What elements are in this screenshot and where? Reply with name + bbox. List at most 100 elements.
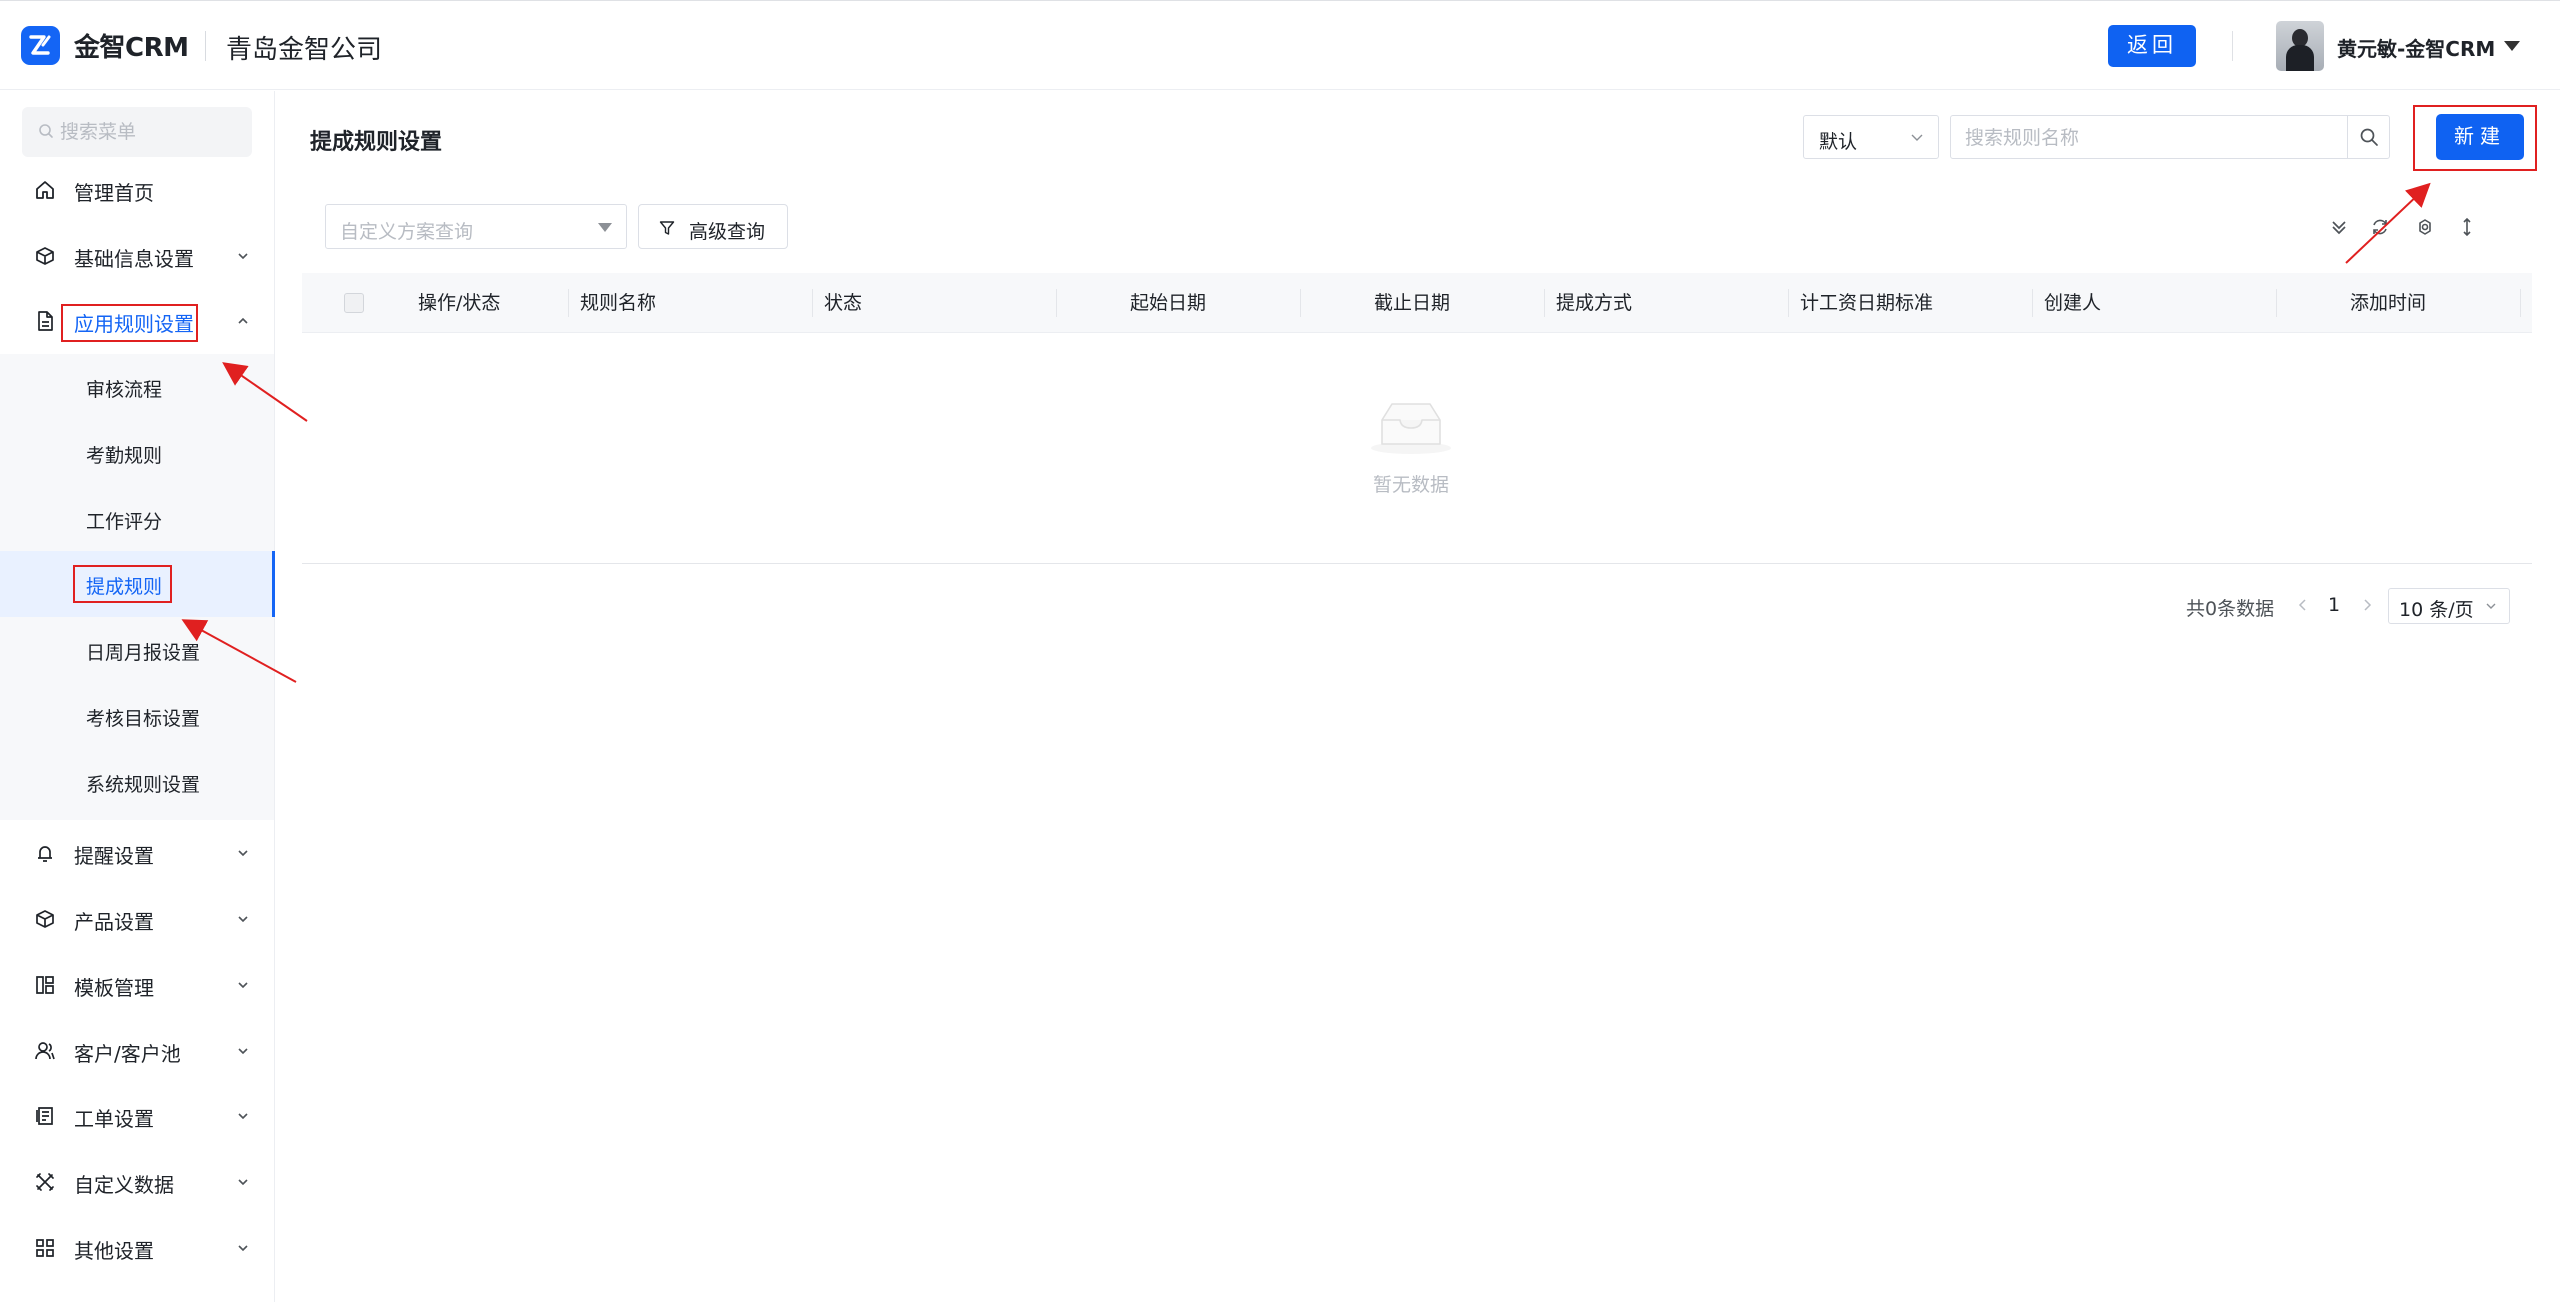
new-button[interactable]: 新建 <box>2436 114 2524 160</box>
chevron-down-icon <box>238 253 248 260</box>
sidebar-item-label: 提醒设置 <box>74 844 154 868</box>
submenu-item-assessment-goals[interactable]: 考核目标设置 <box>0 683 274 749</box>
submenu-item-commission-rules[interactable]: 提成规则 <box>0 551 275 617</box>
chevron-down-icon <box>238 1245 248 1252</box>
column-divider[interactable] <box>1056 289 1057 317</box>
sidebar: 管理首页 基础信息设置 应用规则设置 审核流程 考勤规则 工作评分 提成规则 日… <box>0 91 275 1302</box>
grid-icon <box>36 1239 54 1257</box>
chevron-down-icon <box>238 1048 248 1055</box>
user-name[interactable]: 黄元敏-金智CRM <box>2337 33 2495 62</box>
caret-down-icon[interactable] <box>2504 41 2520 51</box>
sidebar-item-custom-data[interactable]: 自定义数据 <box>0 1149 275 1215</box>
page-size-value: 10 条/页 <box>2399 599 2474 621</box>
column-header: 截止日期 <box>1374 292 1451 314</box>
search-icon <box>2360 128 2378 146</box>
row-height-icon[interactable] <box>2456 216 2478 238</box>
empty-inbox-icon <box>1371 403 1451 454</box>
search-button[interactable] <box>2347 116 2389 158</box>
rule-search[interactable] <box>1950 115 2390 159</box>
submenu-item-system-rules[interactable]: 系统规则设置 <box>0 749 274 815</box>
submenu-item-report-settings[interactable]: 日周月报设置 <box>0 617 274 683</box>
menu-search-input[interactable] <box>60 117 240 147</box>
header-divider <box>2232 31 2233 61</box>
chevron-down-icon <box>238 916 248 923</box>
menu-search[interactable] <box>22 107 252 157</box>
column-header: 起始日期 <box>1130 292 1207 314</box>
collapse-icon[interactable] <box>2328 216 2350 238</box>
avatar[interactable] <box>2276 21 2324 71</box>
table-divider <box>302 563 2532 564</box>
advanced-query-button[interactable]: 高级查询 <box>638 204 788 249</box>
chevron-up-icon <box>238 317 248 324</box>
sidebar-item-reminders[interactable]: 提醒设置 <box>0 820 275 886</box>
column-header: 计工资日期标准 <box>1800 292 1934 314</box>
submenu-item-label: 系统规则设置 <box>86 774 201 796</box>
settings-icon[interactable] <box>2414 216 2436 238</box>
column-divider[interactable] <box>2032 289 2033 317</box>
chevron-right-icon[interactable] <box>2360 598 2374 612</box>
sidebar-item-app-rules[interactable]: 应用规则设置 <box>0 288 275 354</box>
sidebar-item-label: 基础信息设置 <box>74 247 194 271</box>
rule-search-input[interactable] <box>1965 123 2335 153</box>
pagination-total: 共0条数据 <box>2186 598 2275 620</box>
sidebar-item-templates[interactable]: 模板管理 <box>0 952 275 1018</box>
column-divider[interactable] <box>1300 289 1301 317</box>
header-divider <box>205 31 206 61</box>
table-header: 操作/状态 规则名称 状态 起始日期 截止日期 提成方式 计工资日期标准 创建人… <box>302 273 2532 333</box>
document-icon <box>38 311 53 331</box>
sidebar-item-label: 管理首页 <box>74 181 154 205</box>
submenu-item-label: 日周月报设置 <box>86 642 201 664</box>
column-header: 添加时间 <box>2350 292 2427 314</box>
sidebar-item-products[interactable]: 产品设置 <box>0 886 275 952</box>
sidebar-item-label: 自定义数据 <box>74 1173 174 1197</box>
select-all-checkbox[interactable] <box>344 293 364 313</box>
chevron-down-icon <box>238 982 248 989</box>
filter-icon <box>659 221 675 235</box>
column-divider[interactable] <box>1544 289 1545 317</box>
column-header: 提成方式 <box>1556 292 1633 314</box>
column-divider[interactable] <box>568 289 569 317</box>
custom-scheme-select[interactable]: 自定义方案查询 <box>325 204 627 249</box>
chevron-down-icon <box>2486 603 2496 609</box>
search-icon <box>39 124 53 138</box>
filter-select[interactable]: 默认 <box>1803 115 1939 159</box>
sidebar-item-other[interactable]: 其他设置 <box>0 1215 275 1281</box>
pagination-current-page[interactable]: 1 <box>2328 594 2340 616</box>
column-divider[interactable] <box>812 289 813 317</box>
column-header: 规则名称 <box>580 292 657 314</box>
submenu-item-attendance-rules[interactable]: 考勤规则 <box>0 420 274 486</box>
sidebar-item-customers[interactable]: 客户/客户池 <box>0 1018 275 1084</box>
list-icon <box>36 1107 53 1125</box>
sidebar-item-label: 模板管理 <box>74 976 154 1000</box>
box-icon <box>36 910 54 928</box>
company-name: 青岛金智公司 <box>226 35 383 65</box>
sidebar-item-label: 工单设置 <box>74 1107 154 1131</box>
chevron-left-icon[interactable] <box>2296 598 2310 612</box>
advanced-query-label: 高级查询 <box>689 221 766 243</box>
page-title: 提成规则设置 <box>310 130 443 155</box>
chevron-down-icon <box>1911 134 1923 141</box>
submenu-item-label: 考勤规则 <box>86 445 163 467</box>
filter-select-value: 默认 <box>1819 131 1858 153</box>
submenu-item-approval-flow[interactable]: 审核流程 <box>0 354 274 420</box>
sidebar-item-home[interactable]: 管理首页 <box>0 157 275 223</box>
page-size-select[interactable]: 10 条/页 <box>2388 588 2510 624</box>
tools-icon <box>36 1173 54 1191</box>
back-button[interactable]: 返回 <box>2108 25 2196 67</box>
caret-down-icon <box>598 223 612 232</box>
column-divider[interactable] <box>2520 289 2521 317</box>
column-divider[interactable] <box>2276 289 2277 317</box>
column-header: 状态 <box>824 292 863 314</box>
submenu: 审核流程 考勤规则 工作评分 提成规则 日周月报设置 考核目标设置 系统规则设置 <box>0 354 275 820</box>
logo-icon <box>21 26 60 65</box>
submenu-item-work-scoring[interactable]: 工作评分 <box>0 486 274 552</box>
logo-text: 金智CRM <box>74 33 189 63</box>
sidebar-item-label: 客户/客户池 <box>74 1042 181 1066</box>
refresh-icon[interactable] <box>2369 216 2391 238</box>
sidebar-item-work-orders[interactable]: 工单设置 <box>0 1083 275 1149</box>
column-header: 操作/状态 <box>418 292 501 314</box>
submenu-item-label: 考核目标设置 <box>86 708 201 730</box>
cube-icon <box>36 247 54 265</box>
column-divider[interactable] <box>1788 289 1789 317</box>
sidebar-item-basic-info[interactable]: 基础信息设置 <box>0 223 275 289</box>
